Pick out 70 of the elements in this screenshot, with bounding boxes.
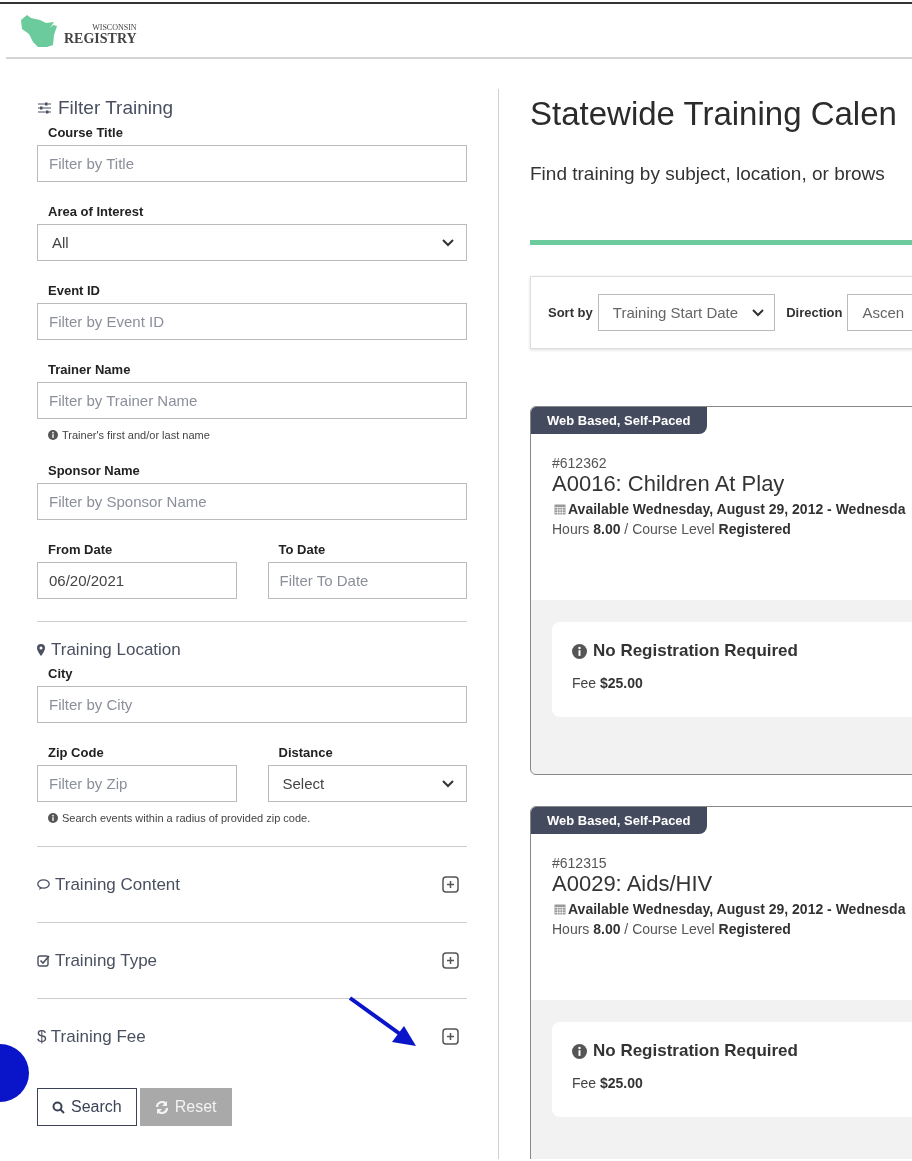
event-title[interactable]: A0016: Children At Play [552, 471, 785, 497]
select-field[interactable]: All [37, 224, 467, 261]
annotation-arrow [348, 996, 418, 1048]
event-title[interactable]: A0029: Aids/HIV [552, 871, 713, 897]
event-id: #612362 [552, 455, 607, 471]
info-icon [572, 1043, 587, 1059]
input-field[interactable]: Filter by Title [37, 145, 467, 182]
field-label: Distance [278, 745, 334, 760]
sort-label: Sort by [548, 305, 593, 320]
hint-text: Search events within a radius of provided zip code. [62, 812, 311, 824]
refresh-icon [154, 1100, 169, 1114]
field-label: Zip Code [48, 745, 105, 760]
info-icon [572, 643, 587, 659]
course-details: Hours 8.00 / Course Level Registered [552, 921, 791, 937]
delivery-tag: Web Based, Self-Paced [531, 407, 707, 434]
registration-status: No Registration Required [593, 1041, 798, 1061]
field-label: To Date [278, 542, 327, 557]
input-field[interactable]: Filter by Trainer Name [37, 382, 467, 419]
chevron-down-icon [442, 238, 454, 247]
hint-text: Trainer's first and/or last name [62, 429, 210, 441]
field-label: Course Title [48, 125, 124, 140]
filter-heading: Filter Training [58, 97, 174, 119]
calendar-icon [554, 503, 566, 515]
expand-icon[interactable] [442, 876, 459, 893]
field-label: City [48, 666, 74, 681]
availability-text: Available Wednesday, August 29, 2012 - Wednesda [568, 501, 906, 517]
delivery-tag: Web Based, Self-Paced [531, 807, 707, 834]
calendar-icon [554, 903, 566, 915]
direction-label: Direction [786, 305, 843, 320]
field-label: Trainer Name [48, 362, 132, 377]
availability-text: Available Wednesday, August 29, 2012 - Wednesda [568, 901, 906, 917]
fee-text: Fee $25.00 [572, 675, 644, 691]
section-title[interactable]: $ Training Fee [37, 1026, 146, 1047]
page-subtitle: Find training by subject, location, or brows [530, 163, 886, 185]
input-field[interactable]: Filter by Zip [37, 765, 237, 802]
expand-icon[interactable] [442, 952, 459, 969]
info-icon [48, 430, 58, 440]
section-title[interactable]: Training Content [55, 874, 181, 895]
chevron-down-icon [752, 308, 765, 317]
input-field[interactable]: 06/20/2021 [37, 562, 237, 599]
expand-icon[interactable] [442, 1028, 459, 1045]
speech-bubble-icon [37, 878, 50, 891]
logo-text: WISCONSIN [92, 23, 137, 32]
field-label: Sponsor Name [48, 463, 141, 478]
logo-text: REGISTRY [64, 31, 137, 46]
search-button[interactable]: Search [37, 1088, 137, 1126]
input-field[interactable]: Filter by Sponsor Name [37, 483, 467, 520]
page-title: Statewide Training Calen [530, 95, 898, 133]
section-title[interactable]: Training Type [55, 950, 158, 971]
search-icon [52, 1100, 65, 1114]
direction-select[interactable]: Ascen [847, 294, 912, 331]
checkbox-icon [37, 954, 50, 967]
map-pin-icon [37, 644, 45, 656]
input-field[interactable]: Filter by City [37, 686, 467, 723]
location-heading: Training Location [51, 640, 181, 660]
field-label: From Date [48, 542, 114, 557]
sort-select[interactable]: Training Start Date [597, 294, 776, 331]
input-field[interactable]: Filter by Event ID [37, 303, 467, 340]
course-details: Hours 8.00 / Course Level Registered [552, 521, 791, 537]
select-field[interactable]: Select [267, 765, 467, 802]
info-icon [48, 813, 58, 823]
input-field[interactable]: Filter To Date [267, 562, 467, 599]
event-id: #612315 [552, 855, 607, 871]
annotation-marker [0, 1044, 29, 1102]
field-label: Event ID [48, 283, 101, 298]
chevron-down-icon [442, 779, 454, 788]
field-label: Area of Interest [48, 204, 145, 219]
fee-text: Fee $25.00 [572, 1075, 644, 1091]
sliders-icon [37, 102, 52, 114]
registration-status: No Registration Required [593, 641, 798, 661]
